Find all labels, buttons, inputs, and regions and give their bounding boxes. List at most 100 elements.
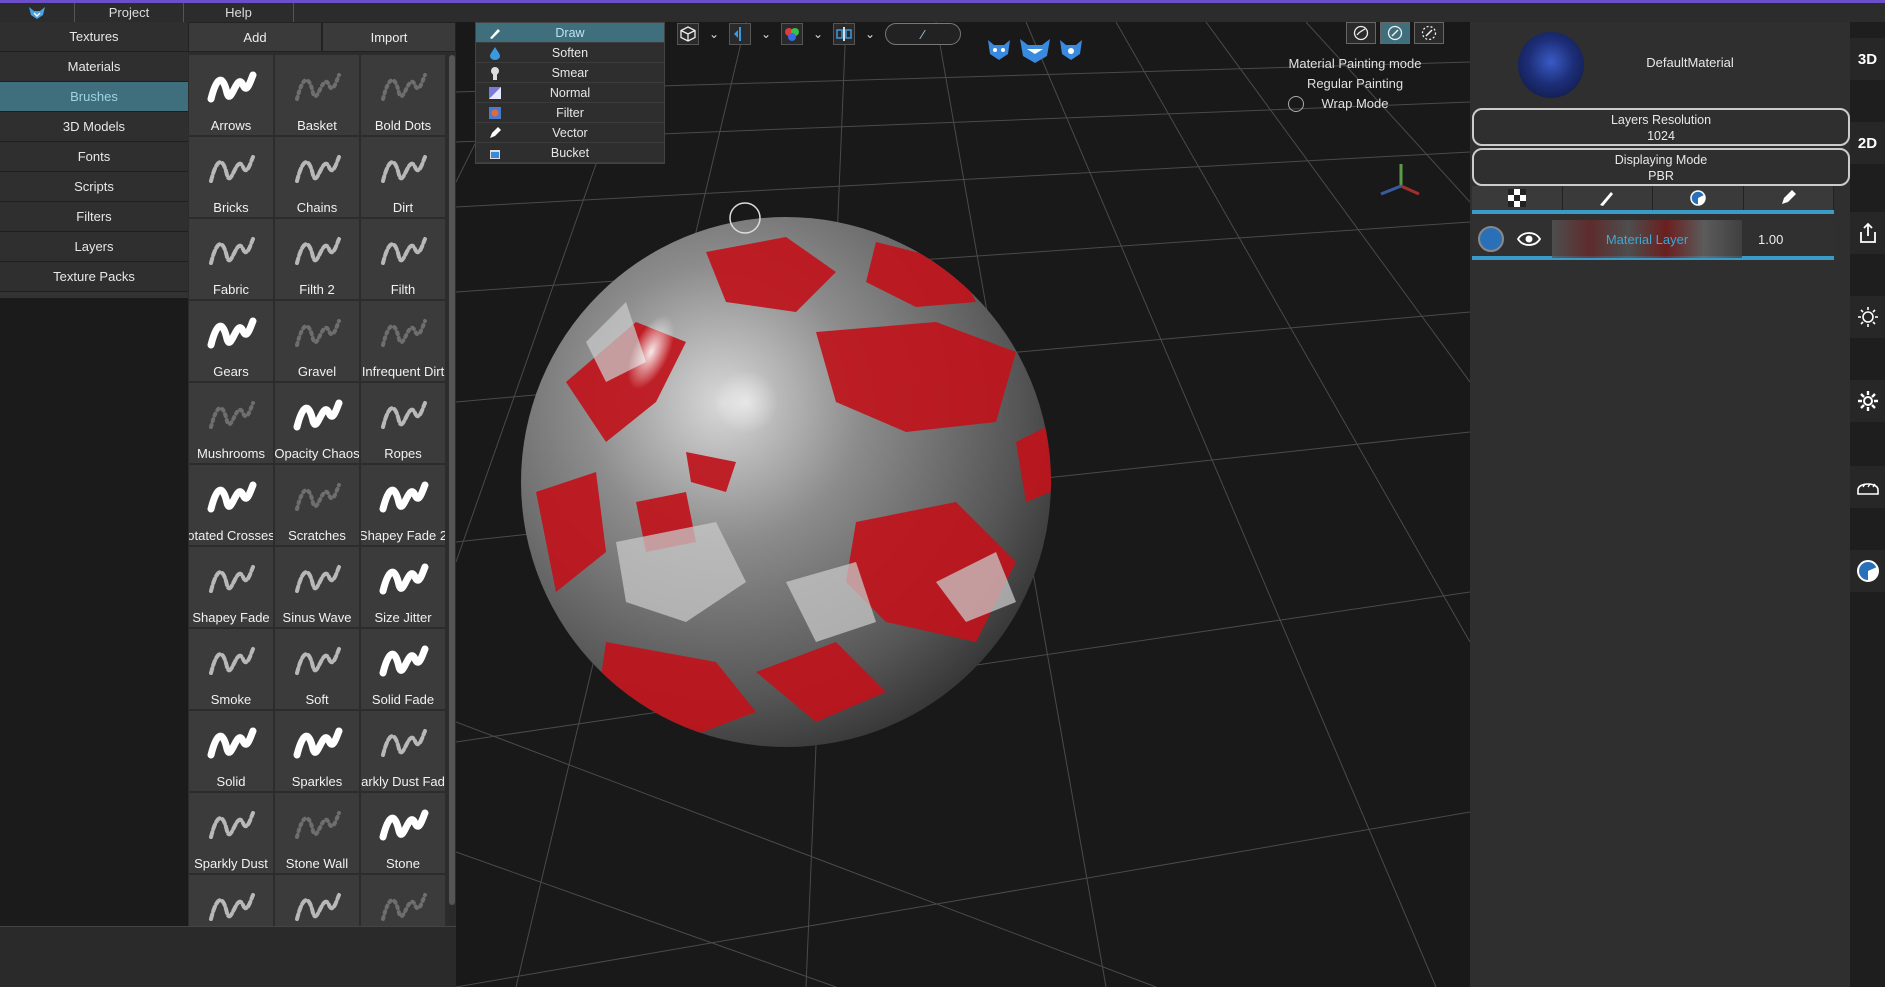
layer-row[interactable]: Material Layer 1.00 — [1472, 218, 1834, 260]
view-cube-button[interactable] — [677, 23, 699, 45]
brush-item[interactable]: Dirt — [361, 137, 445, 217]
layers-resolution-value: 1024 — [1647, 129, 1675, 143]
paint-sphere-icon — [1387, 25, 1403, 41]
menu-help[interactable]: Help — [184, 3, 294, 22]
brush-item[interactable]: Size Jitter — [361, 547, 445, 627]
nav-item-scripts[interactable]: Scripts — [0, 172, 188, 202]
material-painting-mode-label[interactable]: Material Painting mode — [1260, 54, 1450, 74]
brush-item[interactable]: Filth 2 — [275, 219, 359, 299]
nav-item-3d-models[interactable]: 3D Models — [0, 112, 188, 142]
add-brush-button[interactable]: Add — [188, 22, 322, 52]
brush-item[interactable]: Gravel — [275, 301, 359, 381]
axis-gizmo-icon[interactable] — [1380, 164, 1420, 196]
brush-stroke-icon — [275, 61, 359, 111]
brush-item[interactable]: Sinus Wave — [275, 547, 359, 627]
settings-button[interactable] — [1850, 380, 1885, 422]
brush-scrollbar[interactable] — [449, 55, 455, 925]
regular-painting-label[interactable]: Regular Painting — [1260, 74, 1450, 94]
brush-stroke-icon — [275, 471, 359, 521]
brush-item[interactable]: Solid — [189, 711, 273, 791]
brush-item[interactable]: Opacity Chaos — [275, 383, 359, 463]
tab-vector-layer[interactable] — [1743, 186, 1834, 210]
tool-smear[interactable]: Smear — [476, 63, 664, 83]
brush-name: Filth 2 — [299, 282, 335, 297]
app-logo[interactable] — [0, 3, 74, 22]
nav-item-textures[interactable]: Textures — [0, 22, 188, 52]
brush-item[interactable]: Stone — [361, 793, 445, 873]
mode-2d-button[interactable]: 2D — [1850, 122, 1885, 164]
nav-item-fonts[interactable]: Fonts — [0, 142, 188, 172]
view-dropdown[interactable]: ⌄ — [703, 23, 725, 45]
brush-item[interactable]: otated Crosses — [189, 465, 273, 545]
tool-soften[interactable]: Soften — [476, 43, 664, 63]
brush-item[interactable]: Bold Dots — [361, 55, 445, 135]
tool-filter[interactable]: Filter — [476, 103, 664, 123]
brush-item[interactable]: Sparkly Dust — [189, 793, 273, 873]
brush-item[interactable]: Ropes — [361, 383, 445, 463]
brush-item[interactable]: Scratches — [275, 465, 359, 545]
brush-item[interactable]: Bricks — [189, 137, 273, 217]
material-editor-button[interactable] — [1850, 550, 1885, 592]
brush-item[interactable]: Basket — [275, 55, 359, 135]
nav-item-brushes[interactable]: Brushes — [0, 82, 188, 112]
brush-name: parkly Dust Fade — [361, 774, 445, 789]
tool-draw[interactable]: Draw — [476, 23, 664, 43]
channels-dropdown[interactable]: ⌄ — [807, 23, 829, 45]
wrap-mode-radio[interactable] — [1288, 96, 1304, 112]
lighting-button[interactable] — [1850, 296, 1885, 338]
chevron-down-icon: ⌄ — [864, 27, 876, 41]
tab-transparency[interactable] — [1472, 186, 1563, 210]
brush-item[interactable]: Shapey Fade — [189, 547, 273, 627]
painted-sphere[interactable] — [521, 217, 1056, 747]
menu-project[interactable]: Project — [74, 3, 184, 22]
displaying-mode-field[interactable]: Displaying Mode PBR — [1472, 148, 1850, 186]
brush-item[interactable]: Shapey Fade 2 — [361, 465, 445, 545]
tab-paint-layer[interactable] — [1562, 186, 1653, 210]
layer-name[interactable]: Material Layer — [1552, 232, 1742, 247]
nav-item-layers[interactable]: Layers — [0, 232, 188, 262]
community-button[interactable] — [1850, 466, 1885, 508]
nav-item-filters[interactable]: Filters — [0, 202, 188, 232]
brush-item[interactable]: Sparkles — [275, 711, 359, 791]
eye-icon[interactable] — [1516, 228, 1542, 250]
brush-item[interactable]: Soft — [275, 629, 359, 709]
brush-item[interactable]: Solid Fade — [361, 629, 445, 709]
brush-item[interactable]: Chains — [275, 137, 359, 217]
brush-item[interactable]: Gears — [189, 301, 273, 381]
brush-item[interactable]: parkly Dust Fade — [361, 711, 445, 791]
symmetry-button[interactable] — [833, 23, 855, 45]
brush-scrollbar-thumb[interactable] — [449, 55, 455, 905]
brush-item[interactable]: Arrows — [189, 55, 273, 135]
export-button[interactable] — [1850, 212, 1885, 254]
brush-item[interactable]: Smoke — [189, 629, 273, 709]
brush-item[interactable]: Fabric — [189, 219, 273, 299]
wrap-mode-button[interactable] — [1414, 22, 1444, 44]
tool-filter-label: Filter — [556, 106, 584, 120]
3d-viewport[interactable] — [456, 22, 1470, 987]
brush-item[interactable]: Stone Wall — [275, 793, 359, 873]
channels-button[interactable] — [781, 23, 803, 45]
material-mode-button[interactable] — [1346, 22, 1376, 44]
import-brush-button[interactable]: Import — [322, 22, 456, 52]
layer-opacity[interactable]: 1.00 — [1758, 232, 1783, 247]
brush-item[interactable]: Filth — [361, 219, 445, 299]
mirror-button[interactable] — [729, 23, 751, 45]
tool-vector[interactable]: Vector — [476, 123, 664, 143]
brush-stroke-icon — [361, 307, 445, 357]
mirror-dropdown[interactable]: ⌄ — [755, 23, 777, 45]
nav-item-texture-packs[interactable]: Texture Packs — [0, 262, 188, 292]
tool-normal[interactable]: Normal — [476, 83, 664, 103]
brush-item[interactable]: Mushrooms — [189, 383, 273, 463]
mode-3d-button[interactable]: 3D — [1850, 38, 1885, 80]
tool-bucket[interactable]: Bucket — [476, 143, 664, 163]
tab-material-layer[interactable] — [1653, 186, 1744, 210]
brush-stroke-icon — [275, 225, 359, 275]
layers-resolution-field[interactable]: Layers Resolution 1024 — [1472, 108, 1850, 146]
nav-item-materials[interactable]: Materials — [0, 52, 188, 82]
material-preview[interactable] — [1518, 32, 1584, 98]
brush-size-field[interactable]: ∕ — [885, 23, 961, 45]
symmetry-dropdown[interactable]: ⌄ — [859, 23, 881, 45]
regular-painting-button[interactable] — [1380, 22, 1410, 44]
tool-soften-label: Soften — [551, 46, 589, 60]
brush-item[interactable]: Infrequent Dirt — [361, 301, 445, 381]
